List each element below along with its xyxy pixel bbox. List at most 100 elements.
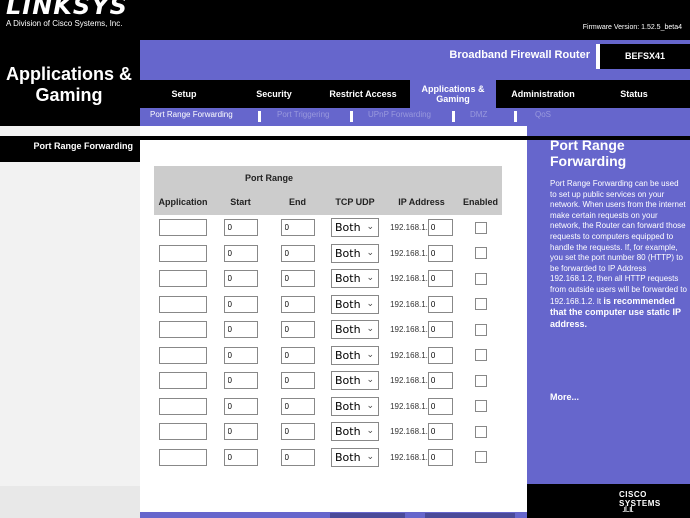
cancel-changes-button[interactable] (425, 513, 515, 518)
end-port-input[interactable] (280, 448, 315, 466)
protocol-select[interactable]: Both ⌄ (331, 422, 379, 442)
start-port-input[interactable] (223, 321, 258, 339)
main-top-rule (140, 136, 527, 140)
ip-last-octet-input[interactable] (427, 346, 453, 364)
ip-last-octet-input[interactable] (427, 372, 453, 390)
ip-prefix: 192.168.1. (390, 427, 428, 437)
end-port-input[interactable] (280, 244, 315, 262)
start-port-input[interactable] (223, 219, 258, 237)
subtab-upnp-forwarding[interactable]: UPnP Forwarding (368, 110, 431, 119)
end-port-input[interactable] (280, 295, 315, 313)
subtab-port-range-forwarding[interactable]: Port Range Forwarding (150, 110, 233, 119)
protocol-select[interactable]: Both ⌄ (331, 269, 379, 289)
table-row: Both ⌄ 192.168.1. (154, 266, 502, 292)
start-port-input[interactable] (223, 244, 258, 262)
ip-last-octet-input[interactable] (427, 423, 453, 441)
subtab-qos[interactable]: QoS (535, 110, 551, 119)
application-input[interactable] (159, 423, 207, 441)
application-input[interactable] (159, 244, 207, 262)
enabled-checkbox[interactable] (474, 451, 487, 464)
subtab-dmz[interactable]: DMZ (470, 110, 487, 119)
start-port-input[interactable] (223, 372, 258, 390)
table-row: Both ⌄ 192.168.1. (154, 419, 502, 445)
tab-setup[interactable]: Setup (140, 80, 228, 108)
port-range-table: Port Range Application Start End TCP UDP… (154, 166, 502, 470)
chevron-down-icon: ⌄ (366, 324, 374, 335)
start-port-input[interactable] (223, 295, 258, 313)
section-label-text: Port Range Forwarding (33, 141, 133, 151)
col-protocol: TCP UDP (326, 189, 384, 215)
end-port-input[interactable] (280, 270, 315, 288)
table-row: Both ⌄ 192.168.1. (154, 343, 502, 369)
protocol-select[interactable]: Both ⌄ (331, 294, 379, 314)
enabled-checkbox[interactable] (474, 374, 487, 387)
start-port-input[interactable] (223, 270, 258, 288)
table-header-blank (326, 166, 384, 189)
protocol-select[interactable]: Both ⌄ (331, 447, 379, 467)
enabled-checkbox[interactable] (474, 425, 487, 438)
ip-last-octet-input[interactable] (427, 244, 453, 262)
enabled-checkbox[interactable] (474, 298, 487, 311)
help-more-link[interactable]: More... (550, 392, 579, 402)
tab-restrict-access[interactable]: Restrict Access (320, 80, 406, 108)
end-port-input[interactable] (280, 219, 315, 237)
subtab-port-triggering[interactable]: Port Triggering (277, 110, 329, 119)
cisco-bars-icon: .ıl..ıl. (622, 504, 634, 514)
table-row: Both ⌄ 192.168.1. (154, 445, 502, 471)
tab-applications-gaming[interactable]: Applications & Gaming (410, 80, 496, 108)
end-port-input[interactable] (280, 321, 315, 339)
enabled-checkbox[interactable] (474, 272, 487, 285)
ip-last-octet-input[interactable] (427, 295, 453, 313)
help-text: Port Range Forwarding can be used to set… (550, 179, 687, 330)
enabled-checkbox[interactable] (474, 221, 487, 234)
protocol-value: Both (335, 221, 361, 235)
protocol-select[interactable]: Both ⌄ (331, 371, 379, 391)
table-row: Both ⌄ 192.168.1. (154, 394, 502, 420)
protocol-value: Both (335, 399, 361, 413)
protocol-value: Both (335, 272, 361, 286)
table-header-blank (384, 166, 459, 189)
col-application: Application (154, 189, 212, 215)
tab-status[interactable]: Status (590, 80, 678, 108)
header-nav: Broadband Firewall Router BEFSX41 Setup … (140, 40, 690, 126)
end-port-input[interactable] (280, 346, 315, 364)
enabled-checkbox[interactable] (474, 247, 487, 260)
logo-subtitle: A Division of Cisco Systems, Inc. (6, 19, 123, 28)
chevron-down-icon: ⌄ (366, 273, 374, 284)
application-input[interactable] (159, 321, 207, 339)
application-input[interactable] (159, 219, 207, 237)
ip-last-octet-input[interactable] (427, 397, 453, 415)
ip-last-octet-input[interactable] (427, 219, 453, 237)
end-port-input[interactable] (280, 423, 315, 441)
ip-prefix: 192.168.1. (390, 401, 428, 411)
protocol-select[interactable]: Both ⌄ (331, 396, 379, 416)
application-input[interactable] (159, 448, 207, 466)
ip-last-octet-input[interactable] (427, 270, 453, 288)
enabled-checkbox[interactable] (474, 323, 487, 336)
application-input[interactable] (159, 397, 207, 415)
ip-last-octet-input[interactable] (427, 448, 453, 466)
protocol-select[interactable]: Both ⌄ (331, 218, 379, 238)
subtab-separator (452, 111, 455, 122)
start-port-input[interactable] (223, 397, 258, 415)
end-port-input[interactable] (280, 372, 315, 390)
application-input[interactable] (159, 270, 207, 288)
application-input[interactable] (159, 346, 207, 364)
start-port-input[interactable] (223, 423, 258, 441)
protocol-select[interactable]: Both ⌄ (331, 243, 379, 263)
start-port-input[interactable] (223, 448, 258, 466)
cisco-footer: CISCO SYSTEMS .ıl..ıl. (527, 484, 690, 518)
ip-last-octet-input[interactable] (427, 321, 453, 339)
protocol-select[interactable]: Both ⌄ (331, 345, 379, 365)
table-header-blank (154, 166, 212, 189)
application-input[interactable] (159, 372, 207, 390)
enabled-checkbox[interactable] (474, 349, 487, 362)
save-settings-button[interactable] (330, 513, 405, 518)
end-port-input[interactable] (280, 397, 315, 415)
enabled-checkbox[interactable] (474, 400, 487, 413)
application-input[interactable] (159, 295, 207, 313)
tab-administration[interactable]: Administration (498, 80, 588, 108)
tab-security[interactable]: Security (228, 80, 320, 108)
start-port-input[interactable] (223, 346, 258, 364)
protocol-select[interactable]: Both ⌄ (331, 320, 379, 340)
